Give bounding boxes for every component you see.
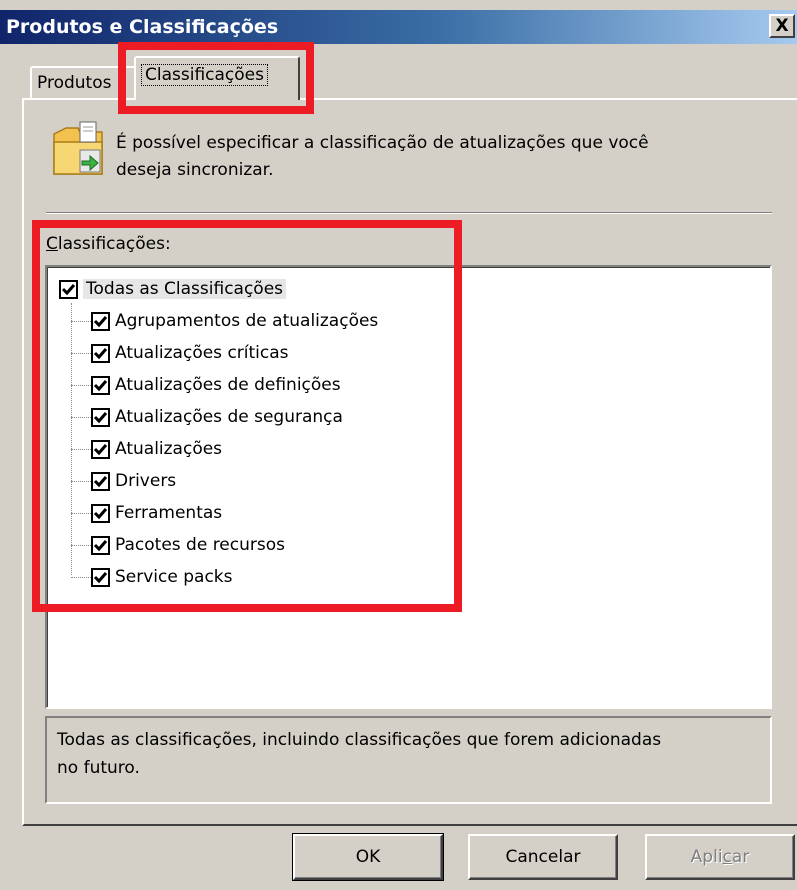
apply-label-accel: c bbox=[722, 847, 732, 867]
close-button[interactable]: X bbox=[769, 14, 795, 38]
separator bbox=[46, 212, 772, 214]
tab-classificacoes[interactable]: Classificações bbox=[134, 56, 300, 100]
apply-label-post: ar bbox=[731, 847, 750, 867]
description-line1: Todas as classificações, incluindo class… bbox=[57, 730, 662, 750]
folder-sync-icon bbox=[53, 121, 103, 175]
ok-button-label: OK bbox=[355, 847, 381, 867]
info-text-line2: deseja sincronizar. bbox=[116, 160, 274, 180]
info-text-line1: É possível especificar a classificação d… bbox=[116, 133, 649, 153]
ok-button[interactable]: OK bbox=[292, 833, 444, 881]
dialog-window: Produtos e Classificações X Produtos Cla… bbox=[0, 0, 797, 890]
window-title: Produtos e Classificações bbox=[6, 16, 279, 38]
tab-produtos-label: Produtos bbox=[37, 73, 112, 93]
tab-classificacoes-label: Classificações bbox=[141, 64, 268, 86]
apply-button-label: Aplicar bbox=[691, 847, 750, 867]
apply-button[interactable]: Aplicar bbox=[645, 834, 795, 880]
info-text: É possível especificar a classificação d… bbox=[116, 130, 756, 184]
description-line2: no futuro. bbox=[57, 758, 140, 778]
highlight-list-annotation bbox=[32, 220, 462, 612]
title-bar[interactable]: Produtos e Classificações X bbox=[0, 10, 797, 44]
description-box: Todas as classificações, incluindo class… bbox=[45, 716, 772, 804]
close-icon: X bbox=[775, 15, 789, 36]
apply-label-pre: Apli bbox=[690, 847, 723, 867]
cancel-button-label: Cancelar bbox=[505, 847, 581, 867]
cancel-button[interactable]: Cancelar bbox=[468, 834, 618, 880]
